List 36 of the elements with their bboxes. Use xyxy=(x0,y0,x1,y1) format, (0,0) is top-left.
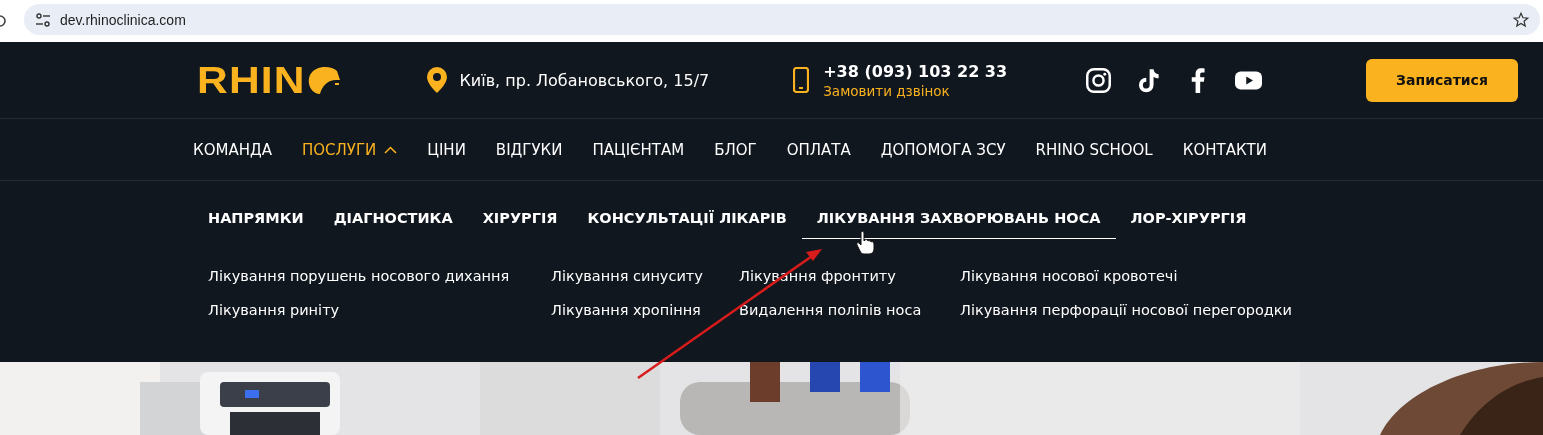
logo-text[interactable]: RHIN xyxy=(197,61,306,99)
service-link[interactable]: Лікування порушень носового дихання xyxy=(208,268,551,284)
mobile-phone-icon xyxy=(793,67,810,93)
nav-item[interactable]: КОНТАКТИ xyxy=(1182,140,1267,159)
nav-item[interactable]: ДОПОМОГА ЗСУ xyxy=(880,140,1006,159)
rhino-logo-icon xyxy=(307,65,342,95)
nav-item[interactable]: КОМАНДА xyxy=(193,140,272,159)
submenu-tab[interactable]: ЛОР-ХІРУРГІЯ xyxy=(1115,199,1262,239)
bookmark-star-icon[interactable] xyxy=(1512,10,1530,29)
service-link[interactable]: Лікування риніту xyxy=(208,302,551,318)
url-text: dev.rhinoclinica.com xyxy=(60,11,186,28)
service-link[interactable]: Лікування хропіння xyxy=(551,302,739,318)
nav-item[interactable]: ПАЦІЄНТАМ xyxy=(592,140,685,159)
address-bar[interactable]: dev.rhinoclinica.com xyxy=(24,4,1540,35)
nav-item[interactable]: ВІДГУКИ xyxy=(495,140,563,159)
nav-item[interactable]: ОПЛАТА xyxy=(786,140,851,159)
service-link[interactable]: Лікування синуситу xyxy=(551,268,739,284)
nav-item[interactable]: RHINO SCHOOL xyxy=(1035,140,1153,159)
location-pin-icon xyxy=(427,67,448,93)
submenu-tab[interactable]: КОНСУЛЬТАЦІЇ ЛІКАРІВ xyxy=(572,199,802,239)
phone-number[interactable]: +38 (093) 103 22 33 xyxy=(823,61,1008,81)
site-settings-icon[interactable] xyxy=(34,10,52,29)
instagram-icon[interactable] xyxy=(1085,66,1113,94)
submenu-tab[interactable]: НАПРЯМКИ xyxy=(193,199,319,239)
signup-button[interactable]: Записатися xyxy=(1366,58,1518,102)
nav-item[interactable]: ЦІНИ xyxy=(427,140,466,159)
nav-item[interactable]: БЛОГ xyxy=(714,140,757,159)
submenu-tab[interactable]: ХІРУРГІЯ xyxy=(467,199,573,239)
service-link[interactable]: Видалення поліпів носа xyxy=(739,302,960,318)
callback-link[interactable]: Замовити дзвінок xyxy=(823,82,1008,99)
hand-cursor-icon xyxy=(855,230,875,254)
address-text: Київ, пр. Лобановського, 15/7 xyxy=(459,70,710,90)
submenu-tab[interactable]: ДІАГНОСТИКА xyxy=(318,199,468,239)
service-link[interactable]: Лікування перфорації носової перегородки xyxy=(960,302,1543,318)
service-link[interactable]: Лікування носової кровотечі xyxy=(960,268,1543,284)
nav-item[interactable]: ПОСЛУГИ xyxy=(301,140,398,159)
